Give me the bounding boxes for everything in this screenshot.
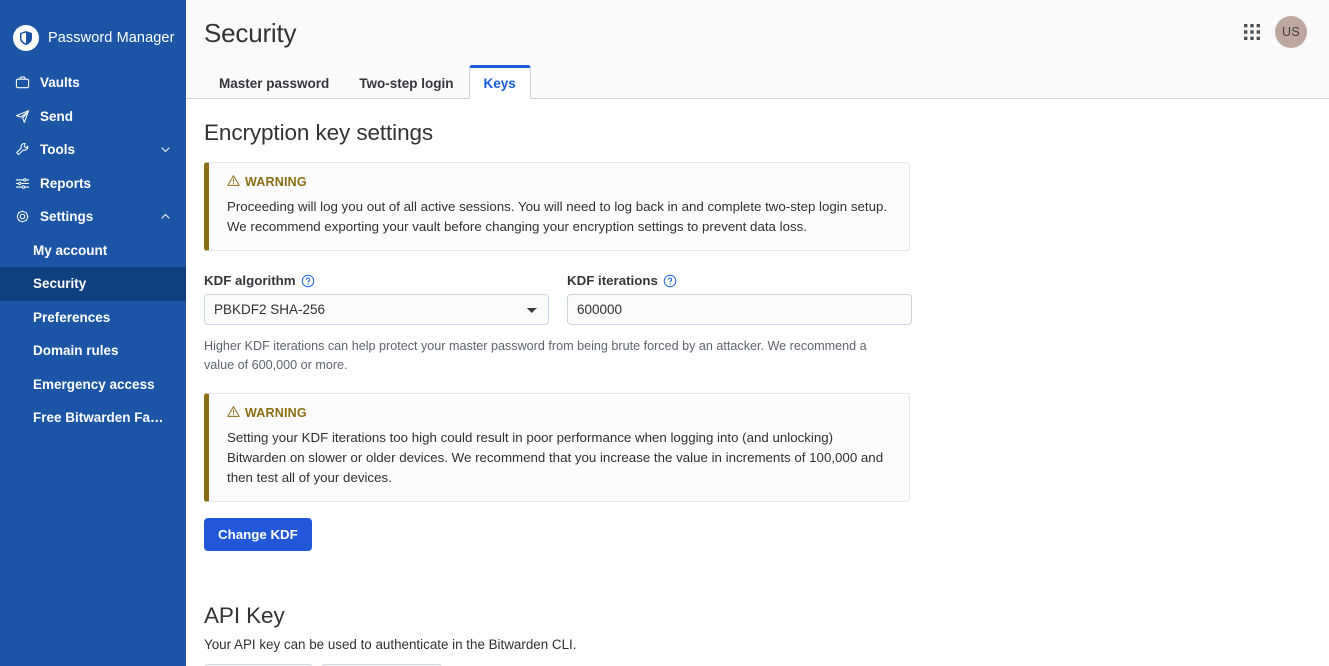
warning-triangle-icon: [227, 405, 240, 421]
kdf-iterations-input[interactable]: [567, 294, 912, 326]
api-key-section: API Key Your API key can be used to auth…: [204, 603, 1311, 666]
app-root: Password Manager Vaults Send Tools Repor…: [0, 0, 1329, 666]
tab-label: Keys: [483, 75, 516, 91]
warning-callout-body: Proceeding will log you out of all activ…: [227, 199, 888, 235]
gear-icon: [14, 208, 31, 225]
topbar-actions: US: [1243, 16, 1307, 48]
brand[interactable]: Password Manager: [0, 0, 186, 56]
kdf-iterations-field: KDF iterations: [567, 273, 912, 326]
sidebar-item-label: Reports: [40, 175, 92, 191]
sidebar-item-send[interactable]: Send: [0, 100, 186, 134]
sidebar-item-reports[interactable]: Reports: [0, 167, 186, 201]
question-circle-icon[interactable]: [663, 274, 677, 288]
kdf-iterations-label: KDF iterations: [567, 273, 658, 289]
sidebar-item-label: Vaults: [40, 75, 80, 91]
kdf-form-row: KDF algorithm PBKDF2 SHA-256 Argon2id: [204, 273, 1311, 326]
chevron-up-icon[interactable]: [159, 210, 172, 223]
sliders-icon: [14, 175, 31, 192]
warning-label: WARNING: [245, 405, 307, 420]
tab-label: Two-step login: [359, 75, 454, 91]
main-content: Security US Master password Two-step log…: [186, 0, 1329, 666]
question-circle-icon[interactable]: [301, 274, 315, 288]
sidebar-item-tools[interactable]: Tools: [0, 133, 186, 167]
chevron-down-icon[interactable]: [159, 143, 172, 156]
warning-callout-body: Setting your KDF iterations too high cou…: [227, 429, 884, 486]
sidebar-item-label: Settings: [40, 209, 94, 225]
tab-master-password[interactable]: Master password: [204, 67, 344, 99]
warning-callout-title: WARNING: [227, 405, 895, 421]
warning-triangle-icon: [227, 174, 240, 190]
sidebar-item-preferences[interactable]: Preferences: [0, 301, 186, 335]
warning-label: WARNING: [245, 175, 307, 189]
wrench-icon: [14, 141, 31, 158]
sidebar-subitem-label: Free Bitwarden Famil…: [33, 410, 175, 426]
sidebar-item-free-bitwarden-families[interactable]: Free Bitwarden Famil…: [0, 401, 186, 435]
tab-bar: Master password Two-step login Keys: [204, 65, 531, 99]
sidebar-subitem-label: Domain rules: [33, 343, 119, 359]
paper-plane-icon: [14, 108, 31, 125]
kdf-algorithm-field: KDF algorithm PBKDF2 SHA-256 Argon2id: [204, 273, 549, 326]
brand-name: Password Manager: [48, 30, 175, 46]
tab-label: Master password: [219, 75, 330, 91]
change-kdf-button[interactable]: Change KDF: [204, 518, 312, 552]
avatar[interactable]: US: [1275, 16, 1307, 48]
api-key-description: Your API key can be used to authenticate…: [204, 637, 577, 653]
warning-callout-bottom: WARNING Setting your KDF iterations too …: [204, 392, 910, 503]
page-title: Security: [204, 18, 297, 48]
sidebar-subitem-label: My account: [33, 242, 108, 258]
sidebar-item-my-account[interactable]: My account: [0, 234, 186, 268]
settings-content: Encryption key settings WARNING Proceedi…: [186, 99, 1329, 666]
sidebar-item-label: Tools: [40, 142, 75, 158]
bitwarden-shield-logo: [13, 25, 39, 51]
kdf-iterations-label-row: KDF iterations: [567, 273, 912, 288]
sidebar-subitem-label: Emergency access: [33, 376, 155, 392]
sidebar-nav: Vaults Send Tools Reports Settings My ac…: [0, 66, 186, 435]
encryption-key-settings-heading: Encryption key settings: [204, 120, 434, 145]
tab-two-step-login[interactable]: Two-step login: [344, 67, 468, 99]
sidebar-item-label: Send: [40, 108, 74, 124]
warning-callout-title: WARNING: [227, 174, 895, 190]
api-key-heading: API Key: [204, 603, 285, 629]
sidebar: Password Manager Vaults Send Tools Repor…: [0, 0, 186, 666]
sidebar-item-vaults[interactable]: Vaults: [0, 66, 186, 100]
sidebar-subitem-label: Security: [33, 276, 87, 292]
sidebar-item-settings[interactable]: Settings: [0, 200, 186, 234]
kdf-help-text: Higher KDF iterations can help protect y…: [204, 339, 867, 373]
kdf-algorithm-label-row: KDF algorithm: [204, 273, 549, 288]
sidebar-item-emergency-access[interactable]: Emergency access: [0, 368, 186, 402]
tab-keys[interactable]: Keys: [468, 65, 531, 99]
sidebar-subitem-label: Preferences: [33, 309, 111, 325]
vault-locker-icon: [14, 74, 31, 91]
warning-callout-top: WARNING Proceeding will log you out of a…: [204, 162, 910, 252]
grid-apps-icon[interactable]: [1243, 23, 1261, 41]
kdf-algorithm-select[interactable]: PBKDF2 SHA-256 Argon2id: [204, 294, 549, 326]
topbar: Security US Master password Two-step log…: [186, 0, 1329, 99]
sidebar-item-domain-rules[interactable]: Domain rules: [0, 334, 186, 368]
sidebar-item-security[interactable]: Security: [0, 267, 186, 301]
kdf-algorithm-label: KDF algorithm: [204, 273, 296, 289]
